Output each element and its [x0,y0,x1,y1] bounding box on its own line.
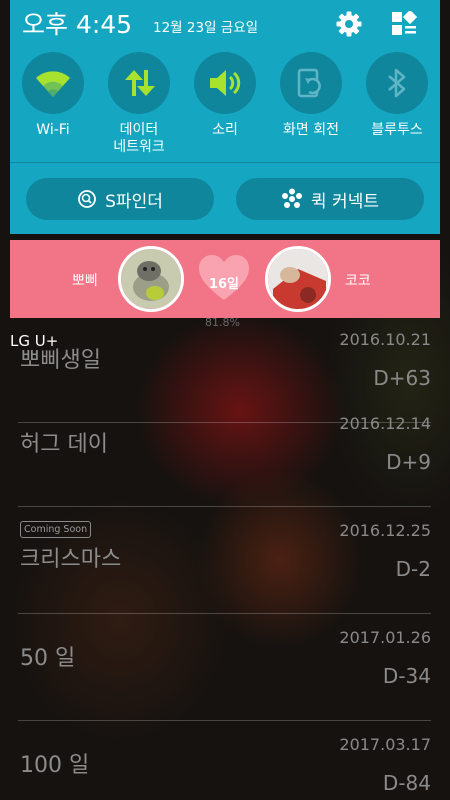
toggle-label: 소리 [212,122,238,138]
event-dday: D+9 [386,450,431,474]
bluetooth-icon [366,52,428,114]
carrier-label: LG U+ [10,332,59,350]
s-finder-label: S파인더 [105,191,163,212]
event-date: 2016.12.14 [339,414,431,433]
event-dday: D+63 [373,366,431,390]
s-finder-icon [78,190,97,208]
rotate-icon [280,52,342,114]
quick-connect-icon [282,188,303,208]
event-name: 크리스마스 [20,547,122,572]
event-row[interactable]: 2017.03.17 100 일 D-84 [18,721,431,800]
gear-icon[interactable] [333,8,365,40]
toggle-label: Wi-Fi [36,122,70,138]
right-avatar[interactable] [265,246,331,312]
s-finder-button[interactable]: S파인더 [26,178,214,220]
toggle-bluetooth[interactable]: 블루투스 [354,52,440,162]
event-date: 2017.03.17 [339,735,431,754]
event-name: 허그 데이 [20,432,108,457]
speaker-icon [194,52,256,114]
grid-edit-icon[interactable] [388,8,420,40]
event-date: 2016.12.25 [339,521,431,540]
event-name: 100 일 [20,753,90,778]
quick-connect-label: 퀵 커넥트 [311,191,379,212]
event-dday: D-2 [395,557,431,581]
event-name: 50 일 [20,646,76,671]
date-text: 12월 23일 금요일 [153,20,259,36]
couple-widget[interactable]: 뽀삐 16일 코코 [10,240,440,318]
days-together: 16일 [208,277,240,292]
divider [10,162,440,163]
event-dday: D-34 [382,664,431,688]
toggle-data-network[interactable]: 데이터 네트워크 [96,52,182,162]
coming-soon-badge: Coming Soon [20,521,92,538]
toggle-wifi[interactable]: Wi-Fi [10,52,96,162]
toggle-screen-rotation[interactable]: 화면 회전 [268,52,354,162]
event-row[interactable]: 2017.01.26 50 일 D-34 [18,614,431,721]
toggle-label: 데이터 네트워크 [113,122,165,155]
event-date: 2016.10.21 [339,330,431,349]
event-date: 2017.01.26 [339,628,431,647]
clock-time: 오후 4:45 [22,10,133,39]
notification-shade: 오후 4:45 12월 23일 금요일 Wi-Fi 데이터 네트워크 소리 화면… [10,0,440,234]
wifi-icon [22,52,84,114]
data-arrows-icon [108,52,170,114]
event-row[interactable]: 2016.12.14 허그 데이 D+9 [18,400,431,507]
toggle-sound[interactable]: 소리 [182,52,268,162]
left-avatar[interactable] [118,246,184,312]
event-row[interactable]: Coming Soon 2016.12.25 크리스마스 D-2 [18,507,431,614]
right-partner-name: 코코 [345,273,371,289]
event-dday: D-84 [382,771,431,795]
left-partner-name: 뽀삐 [72,273,98,289]
quick-toggles: Wi-Fi 데이터 네트워크 소리 화면 회전 블루투스 [10,52,440,162]
toggle-label: 블루투스 [371,122,423,138]
quick-connect-button[interactable]: 퀵 커넥트 [236,178,424,220]
status-row: 오후 4:45 12월 23일 금요일 [10,0,440,48]
toggle-label: 화면 회전 [283,122,339,138]
